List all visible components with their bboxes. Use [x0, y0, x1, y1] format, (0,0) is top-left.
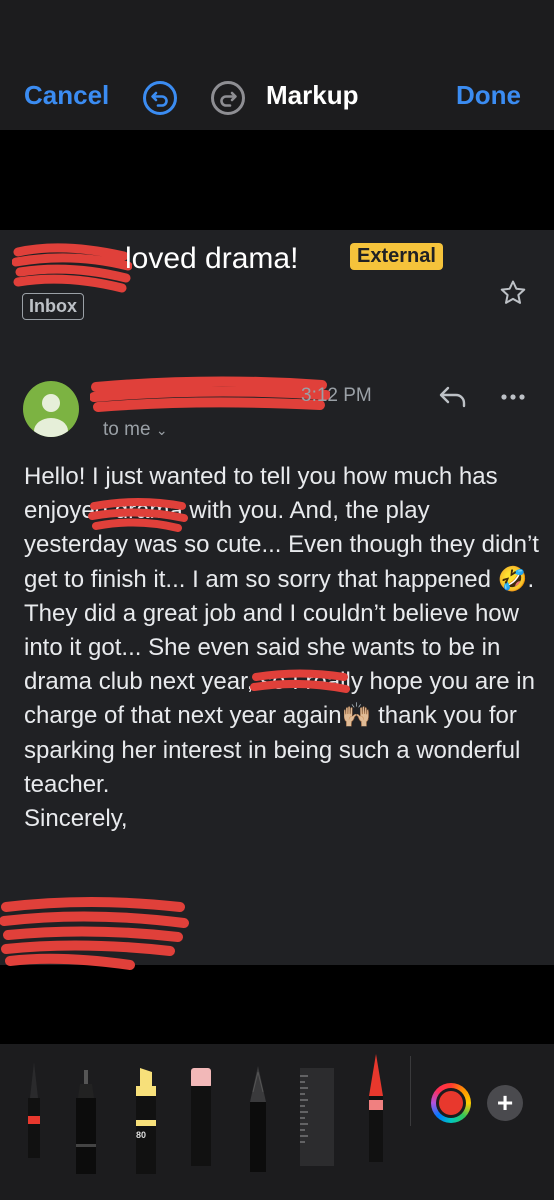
- external-badge: External: [350, 243, 443, 270]
- undo-button[interactable]: [143, 81, 177, 115]
- pen-tool[interactable]: [22, 1058, 46, 1158]
- closing-line: Sincerely,: [24, 805, 128, 833]
- recipient-label: to me: [103, 419, 151, 440]
- star-icon[interactable]: [498, 278, 528, 308]
- eraser-tool[interactable]: [186, 1066, 216, 1166]
- cancel-button[interactable]: Cancel: [24, 80, 109, 111]
- redo-button[interactable]: [211, 81, 245, 115]
- person-icon: [34, 394, 68, 437]
- highlighter-tool[interactable]: [131, 1064, 161, 1174]
- redaction-scribble: [88, 498, 188, 532]
- lasso-tool[interactable]: [244, 1062, 272, 1172]
- done-button[interactable]: Done: [456, 80, 521, 111]
- email-time: 3:12 PM: [301, 385, 372, 406]
- ruler-tool[interactable]: [296, 1066, 336, 1166]
- avatar[interactable]: [23, 381, 79, 437]
- redaction-scribble: [250, 669, 350, 693]
- more-options-icon[interactable]: [498, 384, 528, 410]
- chevron-down-icon: ⌄: [155, 422, 168, 438]
- email-subject: loved drama!: [125, 242, 299, 275]
- add-button[interactable]: +: [487, 1085, 523, 1121]
- tray-divider: [410, 1056, 411, 1126]
- highlighter-size-label: 80: [136, 1130, 147, 1140]
- inbox-label[interactable]: Inbox: [22, 293, 84, 320]
- undo-icon: [151, 91, 168, 107]
- markup-title: Markup: [266, 80, 359, 110]
- redaction-scribble: [0, 897, 189, 970]
- selected-color-swatch: [439, 1091, 463, 1115]
- redaction-scribble: [90, 376, 330, 412]
- recipient-line[interactable]: to me ⌄: [103, 419, 168, 441]
- redaction-scribble: [12, 243, 132, 293]
- crayon-tool[interactable]: [362, 1052, 390, 1162]
- reply-icon[interactable]: [438, 384, 468, 410]
- plus-icon: +: [496, 1087, 514, 1118]
- fineliner-tool[interactable]: [72, 1064, 100, 1174]
- redo-icon: [220, 91, 237, 107]
